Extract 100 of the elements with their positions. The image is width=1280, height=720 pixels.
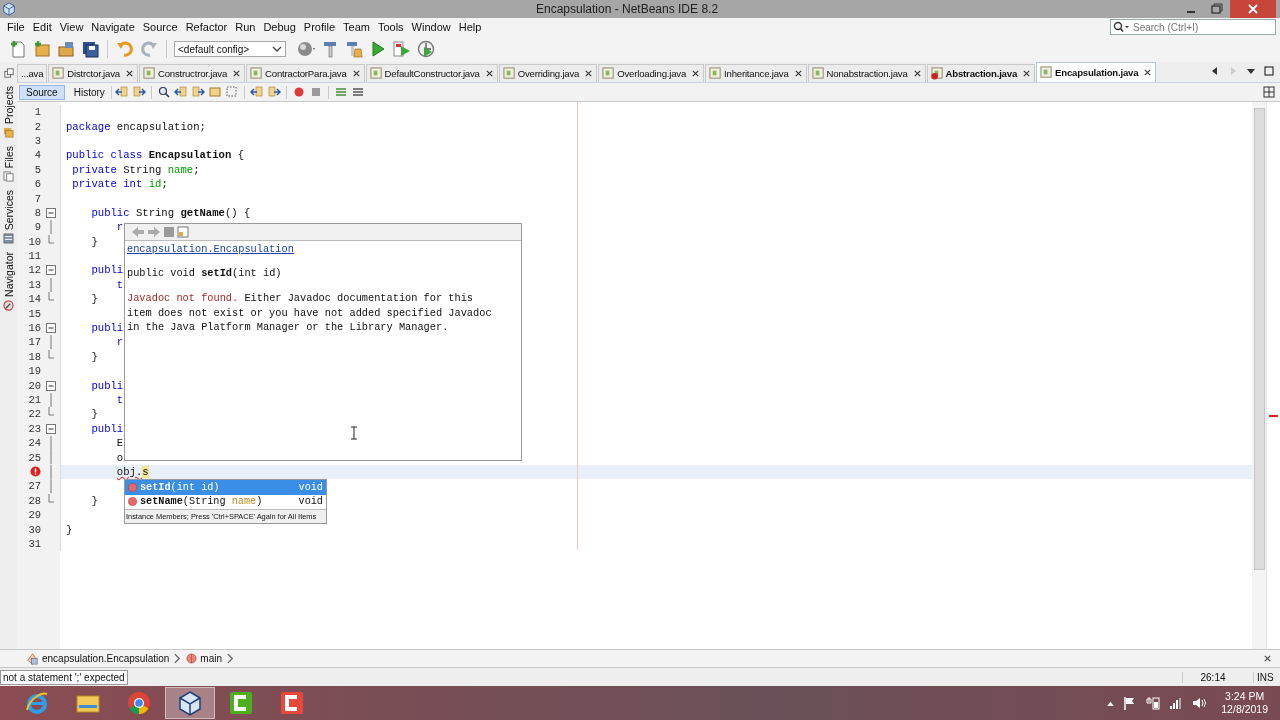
file-tab[interactable]: Abstraction.java bbox=[926, 64, 1036, 82]
dropdown-icon[interactable] bbox=[1246, 66, 1256, 76]
close-icon[interactable] bbox=[793, 69, 803, 78]
config-dropdown[interactable]: <default config> bbox=[174, 41, 286, 57]
file-tab[interactable]: Inheritance.java bbox=[705, 64, 807, 82]
close-icon[interactable] bbox=[691, 69, 701, 78]
back-icon[interactable] bbox=[114, 85, 129, 99]
fold-icon[interactable] bbox=[45, 321, 56, 336]
line-number: 8 bbox=[34, 206, 41, 219]
line-number: 18 bbox=[28, 350, 41, 363]
menu-item[interactable]: Refactor bbox=[181, 21, 232, 33]
code-line: } bbox=[90, 494, 98, 507]
file-tab[interactable]: Overloading.java bbox=[598, 64, 705, 82]
menu-item[interactable]: Navigate bbox=[87, 21, 139, 33]
profile-icon[interactable] bbox=[416, 39, 436, 59]
file-tab[interactable]: ContractorPara.java bbox=[246, 64, 365, 82]
code-line: publi bbox=[90, 322, 124, 335]
editor-view-tab[interactable]: Source bbox=[19, 84, 65, 100]
class-link[interactable]: encapsulation.Encapsulation bbox=[127, 243, 294, 255]
java-file-icon bbox=[811, 67, 825, 80]
forward-icon[interactable] bbox=[131, 85, 146, 99]
shift-right-icon[interactable] bbox=[266, 85, 281, 99]
side-panel-tab[interactable]: Files bbox=[2, 143, 15, 185]
maximize-icon[interactable] bbox=[1264, 66, 1274, 76]
uncomment-icon[interactable] bbox=[350, 85, 365, 99]
code-line: r bbox=[115, 221, 124, 234]
side-panel-tab[interactable]: Navigator bbox=[2, 250, 15, 314]
clock[interactable]: 3:24 PM 12/8/2019 bbox=[1221, 690, 1268, 716]
clean-build-icon[interactable] bbox=[344, 39, 364, 59]
search-icon[interactable] bbox=[156, 85, 171, 99]
code-line: } bbox=[90, 408, 98, 421]
next-icon[interactable] bbox=[190, 85, 205, 99]
comment-icon[interactable] bbox=[333, 85, 348, 99]
debug-icon[interactable] bbox=[392, 39, 412, 59]
shift-left-icon[interactable] bbox=[249, 85, 264, 99]
fold-icon[interactable] bbox=[45, 205, 56, 220]
close-icon[interactable] bbox=[351, 69, 361, 78]
file-tab[interactable]: Distrctor.java bbox=[48, 64, 138, 82]
side-panel-tab[interactable]: Projects bbox=[2, 84, 15, 140]
code-line: obj.s bbox=[115, 465, 149, 478]
code-line: } bbox=[90, 235, 98, 248]
menu-item[interactable]: Help bbox=[454, 21, 486, 33]
menu-item[interactable]: Profile bbox=[299, 21, 339, 33]
close-icon[interactable] bbox=[584, 69, 594, 78]
menu-item[interactable]: Edit bbox=[28, 21, 56, 33]
close-icon[interactable] bbox=[232, 69, 242, 78]
menu-item[interactable]: Debug bbox=[259, 21, 300, 33]
method-signature: public void setId(int id) bbox=[127, 267, 283, 279]
fold-icon[interactable] bbox=[45, 378, 56, 393]
close-icon[interactable] bbox=[1143, 68, 1153, 77]
chevron-up-icon[interactable] bbox=[1107, 700, 1115, 706]
close-icon[interactable] bbox=[124, 69, 134, 78]
globe-icon[interactable] bbox=[296, 39, 316, 59]
new-project-icon[interactable] bbox=[32, 39, 52, 59]
file-tab[interactable]: Nonabstraction.java bbox=[807, 64, 926, 82]
insert-mode: INS bbox=[1253, 671, 1280, 683]
source-icon[interactable] bbox=[163, 226, 175, 238]
search-box[interactable]: Search (Ctrl+I) bbox=[1110, 19, 1276, 35]
file-tab[interactable]: ...ava bbox=[17, 64, 48, 82]
editor-view-tab[interactable]: History bbox=[67, 85, 112, 99]
file-tab[interactable]: Encapsulation.java bbox=[1036, 62, 1157, 82]
files-icon bbox=[3, 171, 14, 183]
menu-item[interactable]: File bbox=[3, 21, 29, 33]
menu-item[interactable]: Window bbox=[407, 21, 455, 33]
file-tab[interactable]: Constructror.java bbox=[138, 64, 246, 82]
menu-item[interactable]: Run bbox=[231, 21, 260, 33]
new-file-icon[interactable] bbox=[8, 39, 28, 59]
signal-icon[interactable] bbox=[1169, 696, 1184, 710]
menu-item[interactable]: Source bbox=[138, 21, 182, 33]
volume-icon[interactable] bbox=[1192, 696, 1207, 710]
fold-icon[interactable] bbox=[45, 263, 56, 278]
breadcrumb-item[interactable]: encapsulation.Encapsulation bbox=[26, 652, 170, 665]
external-browser-icon[interactable] bbox=[177, 226, 189, 238]
close-icon[interactable] bbox=[484, 69, 494, 78]
javadoc-message: Javadoc not found. Either Javadoc documentation for this item does not exist or you have not added specified Javadoc in the Java Platform Manager or the Library Manager. bbox=[127, 291, 493, 335]
close-icon[interactable] bbox=[1022, 69, 1032, 78]
taskbar-app[interactable] bbox=[165, 687, 215, 719]
menu-item[interactable]: View bbox=[55, 21, 88, 33]
battery-icon[interactable] bbox=[1146, 696, 1161, 710]
previous-icon[interactable] bbox=[173, 85, 188, 99]
scrollbar[interactable] bbox=[1252, 102, 1266, 649]
close-icon[interactable] bbox=[912, 69, 922, 78]
bracket-logo-icon bbox=[228, 690, 254, 716]
split-icon[interactable] bbox=[1262, 85, 1276, 99]
menu-item[interactable]: Team bbox=[339, 21, 374, 33]
scrollbar-thumb[interactable] bbox=[1253, 108, 1265, 570]
code-line: public class Encapsulation { bbox=[66, 149, 245, 162]
search-icon bbox=[1113, 21, 1131, 33]
side-panel-tab[interactable]: Services bbox=[2, 188, 15, 247]
close-icon[interactable] bbox=[1263, 654, 1272, 663]
save-icon[interactable] bbox=[80, 39, 100, 59]
file-tab[interactable]: DefaultConstructor.java bbox=[365, 64, 498, 82]
search-field[interactable]: Search (Ctrl+I) bbox=[1133, 21, 1263, 33]
file-tab[interactable]: Overriding.java bbox=[498, 64, 598, 82]
fold-icon[interactable] bbox=[45, 421, 56, 436]
completion-item[interactable]: setName(String name) void bbox=[125, 494, 326, 509]
breadcrumb-item[interactable]: main bbox=[186, 653, 222, 664]
scroll-left-icon[interactable] bbox=[1210, 66, 1220, 76]
restore-window-icon[interactable] bbox=[3, 68, 14, 78]
menu-item[interactable]: Tools bbox=[373, 21, 408, 33]
